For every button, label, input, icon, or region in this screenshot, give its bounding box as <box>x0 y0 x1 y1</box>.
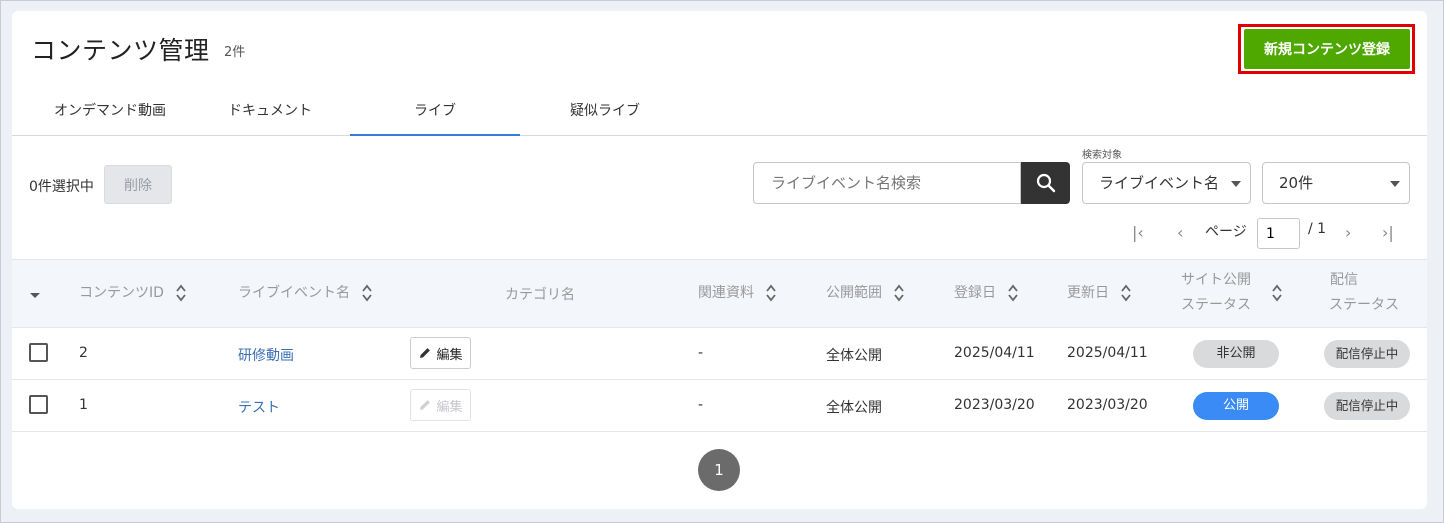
content-id: 1 <box>79 397 88 413</box>
selected-count-text: 0件選択中 <box>29 179 94 195</box>
pencil-icon <box>420 400 431 410</box>
tab-document[interactable]: ドキュメント <box>190 91 350 136</box>
edit-button-disabled: 編集 <box>410 389 471 421</box>
delivery-status-badge: 配信停止中 <box>1324 340 1410 368</box>
chevron-down-icon <box>1390 181 1400 187</box>
new-content-button[interactable]: 新規コンテンツ登録 <box>1244 29 1410 69</box>
table-header: コンテンツID ライブイベント名 カテゴリ名 関連資料 公開範囲 登録日 更新日… <box>12 259 1427 328</box>
updated-date: 2025/04/11 <box>1067 345 1148 361</box>
event-name-link[interactable]: 研修動画 <box>238 345 294 365</box>
sort-icon <box>1272 284 1282 302</box>
table-row: 1 テスト 編集 - 全体公開 2023/03/20 2023/03/20 公開… <box>12 380 1427 432</box>
header-updated[interactable]: 更新日 <box>1067 281 1132 306</box>
page-label: ページ <box>1205 224 1247 240</box>
sort-icon <box>766 284 777 302</box>
header-content-id[interactable]: コンテンツID <box>79 281 187 306</box>
page-title: コンテンツ管理 <box>31 36 210 65</box>
search-target-value: ライブイベント名 <box>1099 174 1220 192</box>
content-count: 2件 <box>224 45 246 60</box>
content-type-tabs: オンデマンド動画 ドキュメント ライブ 疑似ライブ <box>12 91 1427 136</box>
prev-page-icon[interactable]: ‹ <box>1177 223 1183 242</box>
header-event-name[interactable]: ライブイベント名 <box>238 281 373 306</box>
event-name-link[interactable]: テスト <box>238 397 280 417</box>
header-category: カテゴリ名 <box>505 287 575 303</box>
registered-date: 2023/03/20 <box>954 397 1035 413</box>
search-icon <box>1036 173 1055 193</box>
sort-icon <box>176 284 187 302</box>
row-checkbox[interactable] <box>29 395 48 414</box>
row-checkbox[interactable] <box>29 343 48 362</box>
table-row: 2 研修動画 編集 - 全体公開 2025/04/11 2025/04/11 非… <box>12 328 1427 380</box>
last-page-icon[interactable]: ›| <box>1382 223 1394 242</box>
header-registered[interactable]: 登録日 <box>954 281 1019 306</box>
page-size-value: 20件 <box>1279 174 1314 192</box>
scope-value: 全体公開 <box>826 348 882 364</box>
header-delivery-status: 配信 ステータス <box>1329 272 1399 313</box>
search-input[interactable] <box>753 162 1021 204</box>
delete-button[interactable]: 削除 <box>104 165 172 204</box>
edit-button[interactable]: 編集 <box>410 337 471 369</box>
page-frame: コンテンツ管理 2件 新規コンテンツ登録 オンデマンド動画 ドキュメント ライブ… <box>0 0 1444 523</box>
sort-icon <box>1008 284 1019 302</box>
materials-value: - <box>698 345 704 361</box>
sort-icon <box>894 284 905 302</box>
caret-down-icon[interactable] <box>29 292 41 300</box>
site-status-badge: 公開 <box>1193 392 1279 420</box>
content-panel: コンテンツ管理 2件 新規コンテンツ登録 オンデマンド動画 ドキュメント ライブ… <box>12 11 1427 509</box>
search-target-label: 検索対象 <box>1082 150 1122 161</box>
pencil-icon <box>420 348 431 358</box>
first-page-icon[interactable]: |‹ <box>1132 223 1144 242</box>
content-id: 2 <box>79 345 88 361</box>
delivery-status-badge: 配信停止中 <box>1324 392 1410 420</box>
sort-icon <box>1121 284 1132 302</box>
pagination-page-button[interactable]: 1 <box>698 449 740 491</box>
site-status-badge: 非公開 <box>1193 340 1279 368</box>
page-size-select[interactable]: 20件 <box>1262 162 1410 204</box>
tab-live[interactable]: ライブ <box>350 91 520 136</box>
header-site-status[interactable]: サイト公開 ステータス <box>1181 268 1282 318</box>
registered-date: 2025/04/11 <box>954 345 1035 361</box>
search-target-select[interactable]: ライブイベント名 <box>1082 162 1251 204</box>
chevron-down-icon <box>1231 181 1241 187</box>
total-pages: / 1 <box>1308 221 1327 237</box>
updated-date: 2023/03/20 <box>1067 397 1148 413</box>
header-materials[interactable]: 関連資料 <box>698 281 777 306</box>
header-scope[interactable]: 公開範囲 <box>826 281 905 306</box>
search-button[interactable] <box>1021 162 1070 204</box>
next-page-icon[interactable]: › <box>1345 223 1351 242</box>
tab-pseudo-live[interactable]: 疑似ライブ <box>520 91 690 136</box>
scope-value: 全体公開 <box>826 400 882 416</box>
tab-on-demand[interactable]: オンデマンド動画 <box>30 91 190 136</box>
page-number-input[interactable] <box>1257 218 1300 249</box>
sort-icon <box>362 284 373 302</box>
materials-value: - <box>698 397 704 413</box>
